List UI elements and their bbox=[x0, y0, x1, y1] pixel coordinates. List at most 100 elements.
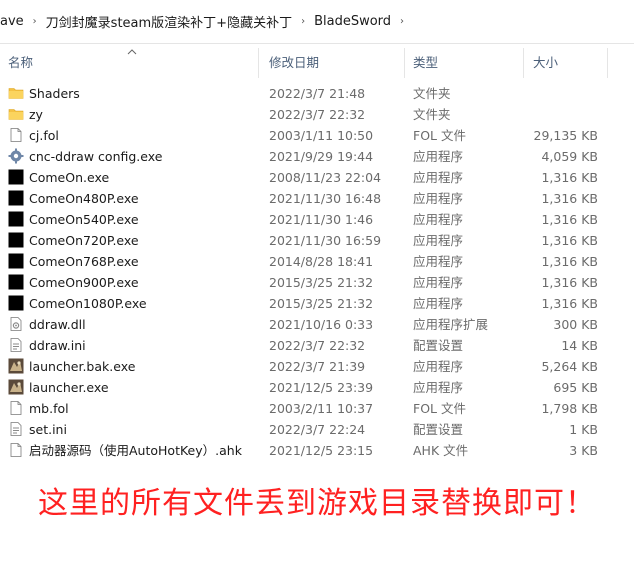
file-name: cj.fol bbox=[29, 128, 59, 143]
dll-icon bbox=[8, 316, 24, 332]
file-size: 695 KB bbox=[553, 380, 598, 395]
file-type: 应用程序 bbox=[413, 191, 464, 206]
black-app-icon bbox=[8, 211, 24, 227]
file-name: set.ini bbox=[29, 422, 67, 437]
breadcrumb-item[interactable]: 刀剑封魔录steam版渲染补丁+隐藏关补丁 bbox=[46, 12, 292, 31]
file-row[interactable]: ComeOn480P.exe 2021/11/30 16:48 应用程序 1,316 … bbox=[0, 188, 634, 209]
file-date: 2021/11/30 16:48 bbox=[269, 191, 382, 206]
file-size: 3 KB bbox=[569, 443, 598, 458]
file-type: 应用程序 bbox=[413, 149, 464, 164]
file-type: 应用程序 bbox=[413, 170, 464, 185]
file-row[interactable]: ComeOn900P.exe 2015/3/25 21:32 应用程序 1,316 K… bbox=[0, 272, 634, 293]
file-name: 启动器源码（使用AutoHotKey）.ahk bbox=[29, 443, 242, 458]
file-size: 1,316 KB bbox=[541, 212, 598, 227]
file-row[interactable]: ddraw.dll 2021/10/16 0:33 应用程序扩展 300 KB bbox=[0, 314, 634, 335]
caption-text: 这里的所有文件丢到游戏目录替换即可！ bbox=[38, 486, 596, 521]
chevron-right-icon[interactable]: › bbox=[400, 16, 404, 27]
file-size: 1,316 KB bbox=[541, 170, 598, 185]
file-date: 2021/9/29 19:44 bbox=[269, 149, 374, 164]
chevron-right-icon[interactable]: › bbox=[301, 16, 305, 27]
file-type: FOL 文件 bbox=[413, 128, 466, 143]
file-type: 应用程序 bbox=[413, 359, 464, 374]
file-size: 14 KB bbox=[561, 338, 598, 353]
file-name: ComeOn768P.exe bbox=[29, 254, 139, 269]
file-icon bbox=[8, 442, 24, 458]
file-type: 应用程序 bbox=[413, 380, 464, 395]
file-row[interactable]: cnc-ddraw config.exe 2021/9/29 19:44 应用程序 4… bbox=[0, 146, 634, 167]
file-row[interactable]: 启动器源码（使用AutoHotKey）.ahk 2021/12/5 23:15 AH… bbox=[0, 440, 634, 461]
folder-icon bbox=[8, 106, 24, 122]
file-row[interactable]: ComeOn1080P.exe 2015/3/25 21:32 应用程序 1,316 … bbox=[0, 293, 634, 314]
file-date: 2014/8/28 18:41 bbox=[269, 254, 374, 269]
file-row[interactable]: ComeOn540P.exe 2021/11/30 1:46 应用程序 1,316 K… bbox=[0, 209, 634, 230]
file-row[interactable]: ComeOn768P.exe 2014/8/28 18:41 应用程序 1,316 K… bbox=[0, 251, 634, 272]
column-header-type[interactable]: 类型 bbox=[405, 44, 523, 82]
column-header-date[interactable]: 修改日期 bbox=[261, 44, 404, 82]
file-date: 2022/3/7 22:32 bbox=[269, 107, 366, 122]
file-type: 应用程序 bbox=[413, 296, 464, 311]
breadcrumb-item[interactable]: ave bbox=[0, 14, 24, 29]
file-date: 2021/11/30 1:46 bbox=[269, 212, 374, 227]
file-icon bbox=[8, 400, 24, 416]
file-date: 2022/3/7 22:24 bbox=[269, 422, 366, 437]
file-date: 2022/3/7 21:39 bbox=[269, 359, 366, 374]
launcher-icon bbox=[8, 358, 24, 374]
black-app-icon bbox=[8, 232, 24, 248]
file-row[interactable]: Shaders 2022/3/7 21:48 文件夹 bbox=[0, 83, 634, 104]
black-app-icon bbox=[8, 274, 24, 290]
file-name: ComeOn540P.exe bbox=[29, 212, 139, 227]
file-size: 1,316 KB bbox=[541, 254, 598, 269]
file-type: 应用程序 bbox=[413, 254, 464, 269]
breadcrumb-item[interactable]: BladeSword bbox=[314, 14, 391, 29]
file-date: 2015/3/25 21:32 bbox=[269, 275, 374, 290]
launcher-icon bbox=[8, 379, 24, 395]
file-size: 29,135 KB bbox=[533, 128, 598, 143]
file-type: 应用程序 bbox=[413, 275, 464, 290]
file-date: 2021/11/30 16:59 bbox=[269, 233, 382, 248]
file-type: 文件夹 bbox=[413, 107, 451, 122]
file-name: ddraw.ini bbox=[29, 338, 86, 353]
file-row[interactable]: set.ini 2022/3/7 22:24 配置设置 1 KB bbox=[0, 419, 634, 440]
file-size: 1,316 KB bbox=[541, 296, 598, 311]
column-divider[interactable] bbox=[523, 48, 524, 78]
breadcrumb: ave › 刀剑封魔录steam版渲染补丁+隐藏关补丁 › BladeSword… bbox=[0, 0, 634, 44]
file-date: 2022/3/7 22:32 bbox=[269, 338, 366, 353]
black-app-icon bbox=[8, 190, 24, 206]
file-date: 2008/11/23 22:04 bbox=[269, 170, 382, 185]
file-row[interactable]: mb.fol 2003/2/11 10:37 FOL 文件 1,798 KB bbox=[0, 398, 634, 419]
ini-icon bbox=[8, 337, 24, 353]
black-app-icon bbox=[8, 253, 24, 269]
file-icon bbox=[8, 127, 24, 143]
file-row[interactable]: cj.fol 2003/1/11 10:50 FOL 文件 29,135 KB bbox=[0, 125, 634, 146]
file-type: AHK 文件 bbox=[413, 443, 469, 458]
file-row[interactable]: launcher.bak.exe 2022/3/7 21:39 应用程序 5,264 … bbox=[0, 356, 634, 377]
file-type: FOL 文件 bbox=[413, 401, 466, 416]
file-row[interactable]: ComeOn.exe 2008/11/23 22:04 应用程序 1,316 KB bbox=[0, 167, 634, 188]
file-name: ComeOn900P.exe bbox=[29, 275, 139, 290]
file-type: 文件夹 bbox=[413, 86, 451, 101]
file-row[interactable]: zy 2022/3/7 22:32 文件夹 bbox=[0, 104, 634, 125]
column-header-name[interactable]: 名称 bbox=[0, 44, 258, 82]
file-type: 配置设置 bbox=[413, 422, 464, 437]
ini-icon bbox=[8, 421, 24, 437]
file-date: 2015/3/25 21:32 bbox=[269, 296, 374, 311]
file-list: Shaders 2022/3/7 21:48 文件夹 zy 2022/3/7 22:32… bbox=[0, 83, 634, 461]
file-name: ComeOn.exe bbox=[29, 170, 110, 185]
file-name: launcher.exe bbox=[29, 380, 109, 395]
file-row[interactable]: ddraw.ini 2022/3/7 22:32 配置设置 14 KB bbox=[0, 335, 634, 356]
file-row[interactable]: ComeOn720P.exe 2021/11/30 16:59 应用程序 1,316 … bbox=[0, 230, 634, 251]
column-divider[interactable] bbox=[607, 48, 608, 78]
column-header-size[interactable]: 大小 bbox=[525, 44, 607, 82]
file-size: 1,316 KB bbox=[541, 191, 598, 206]
file-date: 2022/3/7 21:48 bbox=[269, 86, 366, 101]
file-type: 应用程序扩展 bbox=[413, 317, 489, 332]
file-date: 2021/12/5 23:39 bbox=[269, 380, 374, 395]
file-row[interactable]: launcher.exe 2021/12/5 23:39 应用程序 695 KB bbox=[0, 377, 634, 398]
file-date: 2021/12/5 23:15 bbox=[269, 443, 374, 458]
gear-app-icon bbox=[8, 148, 24, 164]
column-divider[interactable] bbox=[258, 48, 259, 78]
column-header-row: 名称 修改日期 类型 大小 bbox=[0, 44, 634, 82]
file-type: 应用程序 bbox=[413, 212, 464, 227]
chevron-right-icon[interactable]: › bbox=[33, 16, 37, 27]
file-size: 1,316 KB bbox=[541, 233, 598, 248]
